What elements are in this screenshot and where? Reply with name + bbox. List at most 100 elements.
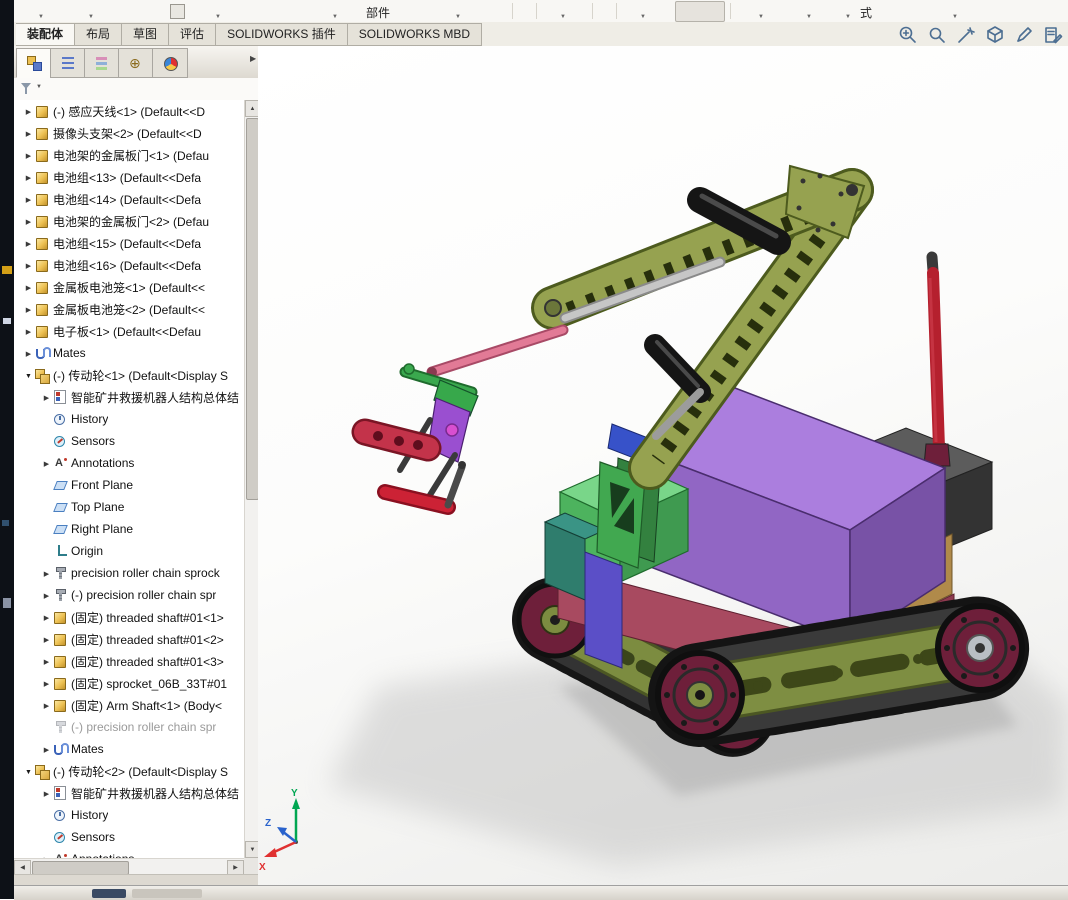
expander-icon[interactable] [22, 144, 35, 166]
dropdown-caret-icon[interactable] [215, 7, 225, 17]
expander-icon[interactable] [22, 298, 35, 320]
filter-caret-icon[interactable]: ▼ [36, 84, 42, 90]
tree-item[interactable]: Origin [14, 540, 244, 562]
expander-icon[interactable] [22, 232, 35, 254]
dropdown-caret-icon[interactable] [88, 7, 98, 17]
tree-item[interactable]: History [14, 408, 244, 430]
displaymanager-tab[interactable] [152, 48, 188, 78]
tree-item[interactable]: 电池架的金属板门<1> (Defau [14, 144, 244, 166]
expander-icon[interactable] [40, 452, 53, 474]
expander-icon[interactable] [40, 628, 53, 650]
expander-icon[interactable] [22, 122, 35, 144]
expander-icon[interactable] [40, 694, 53, 716]
expander-icon[interactable] [22, 254, 35, 276]
tree-item[interactable]: Sensors [14, 826, 244, 848]
expander-icon[interactable] [22, 364, 35, 386]
configurationmanager-tab[interactable] [84, 48, 120, 78]
tree-item[interactable]: 电池组<14> (Default<<Defa [14, 188, 244, 210]
dropdown-caret-icon[interactable] [640, 7, 650, 17]
expander-icon[interactable] [40, 782, 53, 804]
commandmanager-tab[interactable]: SOLIDWORKS MBD [348, 23, 482, 46]
tree-item[interactable]: 智能矿井救援机器人结构总体结 [14, 386, 244, 408]
expander-icon[interactable] [22, 276, 35, 298]
arm-actuator-cylinder[interactable] [655, 345, 700, 392]
3d-model-canvas[interactable]: Y X Z [258, 46, 1068, 885]
expander-icon[interactable] [40, 386, 53, 408]
gripper-assembly[interactable] [365, 364, 478, 507]
document-pencil-icon[interactable] [1043, 25, 1063, 45]
tree-item[interactable]: 电池组<16> (Default<<Defa [14, 254, 244, 276]
tree-item[interactable]: (固定) threaded shaft#01<1> [14, 606, 244, 628]
tree-item[interactable]: (-) precision roller chain spr [14, 584, 244, 606]
expander-icon[interactable] [22, 210, 35, 232]
tree-horizontal-scrollbar[interactable]: ◀ ▶ [14, 858, 244, 875]
tree-item[interactable]: Annotations [14, 848, 244, 858]
graphics-viewport[interactable]: Y X Z [258, 46, 1068, 885]
tree-item[interactable]: Annotations [14, 452, 244, 474]
tree-item[interactable]: 电池架的金属板门<2> (Defau [14, 210, 244, 232]
expander-icon[interactable] [40, 848, 53, 858]
tree-item[interactable]: (固定) sprocket_06B_33T#01 [14, 672, 244, 694]
tree-item[interactable]: precision roller chain sprock [14, 562, 244, 584]
dropdown-caret-icon[interactable] [38, 7, 48, 17]
dropdown-caret-icon[interactable] [758, 7, 768, 17]
tree-item[interactable]: Sensors [14, 430, 244, 452]
tree-item[interactable]: 电子板<1> (Default<<Defau [14, 320, 244, 342]
tree-item[interactable]: (-) precision roller chain spr [14, 716, 244, 738]
commandmanager-tab[interactable]: 评估 [169, 23, 216, 46]
view-cube-icon[interactable] [985, 25, 1005, 45]
magnifier-plus-icon[interactable] [898, 25, 918, 45]
active-toolbar-button[interactable] [675, 1, 725, 22]
tree-item[interactable]: 电池组<13> (Default<<Defa [14, 166, 244, 188]
dropdown-caret-icon[interactable] [845, 7, 855, 17]
tree-item[interactable]: 金属板电池笼<1> (Default<< [14, 276, 244, 298]
dropdown-caret-icon[interactable] [455, 7, 465, 17]
tree-item[interactable]: 金属板电池笼<2> (Default<< [14, 298, 244, 320]
expander-icon[interactable] [22, 342, 35, 364]
commandmanager-tab[interactable]: 布局 [75, 23, 122, 46]
tree-item[interactable]: Front Plane [14, 474, 244, 496]
dropdown-caret-icon[interactable] [560, 7, 570, 17]
tree-item[interactable]: Right Plane [14, 518, 244, 540]
horizontal-scroll-thumb[interactable] [32, 861, 129, 875]
dropdown-caret-icon[interactable] [332, 7, 342, 17]
red-antenna[interactable] [924, 257, 950, 466]
indigo-front-panel[interactable] [585, 552, 622, 668]
tree-item[interactable]: History [14, 804, 244, 826]
commandmanager-tab[interactable]: SOLIDWORKS 插件 [216, 23, 348, 46]
tree-item[interactable]: (固定) threaded shaft#01<2> [14, 628, 244, 650]
tree-vertical-scrollbar[interactable]: ▲ ▼ [244, 100, 259, 858]
toolbar-button-icon[interactable] [170, 4, 185, 19]
expander-icon[interactable] [40, 738, 53, 760]
expander-icon[interactable] [40, 672, 53, 694]
magnifier-icon[interactable] [927, 25, 947, 45]
tree-item[interactable]: (-) 传动轮<2> (Default<Display S [14, 760, 244, 782]
toolbar-label-style[interactable]: 式 [860, 4, 872, 21]
tree-item[interactable]: 智能矿井救援机器人结构总体结 [14, 782, 244, 804]
dropdown-caret-icon[interactable] [806, 7, 816, 17]
tree-item[interactable]: 电池组<15> (Default<<Defa [14, 232, 244, 254]
featuremanager-tree-tab[interactable] [16, 48, 52, 78]
tree-item[interactable]: (-) 传动轮<1> (Default<Display S [14, 364, 244, 386]
tree-item[interactable]: Mates [14, 738, 244, 760]
expander-icon[interactable] [40, 584, 53, 606]
expander-icon[interactable] [22, 760, 35, 782]
tree-item[interactable]: (固定) Arm Shaft<1> (Body< [14, 694, 244, 716]
expander-icon[interactable] [22, 100, 35, 122]
expander-icon[interactable] [40, 562, 53, 584]
panel-flyout-arrow-icon[interactable]: ▶ [250, 54, 256, 63]
tree-item[interactable]: Top Plane [14, 496, 244, 518]
tree-filter[interactable]: ▼ [14, 78, 258, 101]
expander-icon[interactable] [40, 650, 53, 672]
pink-rod[interactable] [427, 330, 563, 377]
toolbar-label-component[interactable]: 部件 [366, 4, 390, 21]
pencil-icon[interactable] [1014, 25, 1034, 45]
tree-item[interactable]: Mates [14, 342, 244, 364]
wand-icon[interactable] [956, 25, 976, 45]
commandmanager-tab[interactable]: 草图 [122, 23, 169, 46]
dimxpertmanager-tab[interactable] [118, 48, 154, 78]
dropdown-caret-icon[interactable] [952, 7, 962, 17]
commandmanager-tab[interactable]: 装配体 [16, 23, 75, 46]
tree-item[interactable]: (-) 感应天线<1> (Default<<D [14, 100, 244, 122]
propertymanager-tab[interactable] [50, 48, 86, 78]
